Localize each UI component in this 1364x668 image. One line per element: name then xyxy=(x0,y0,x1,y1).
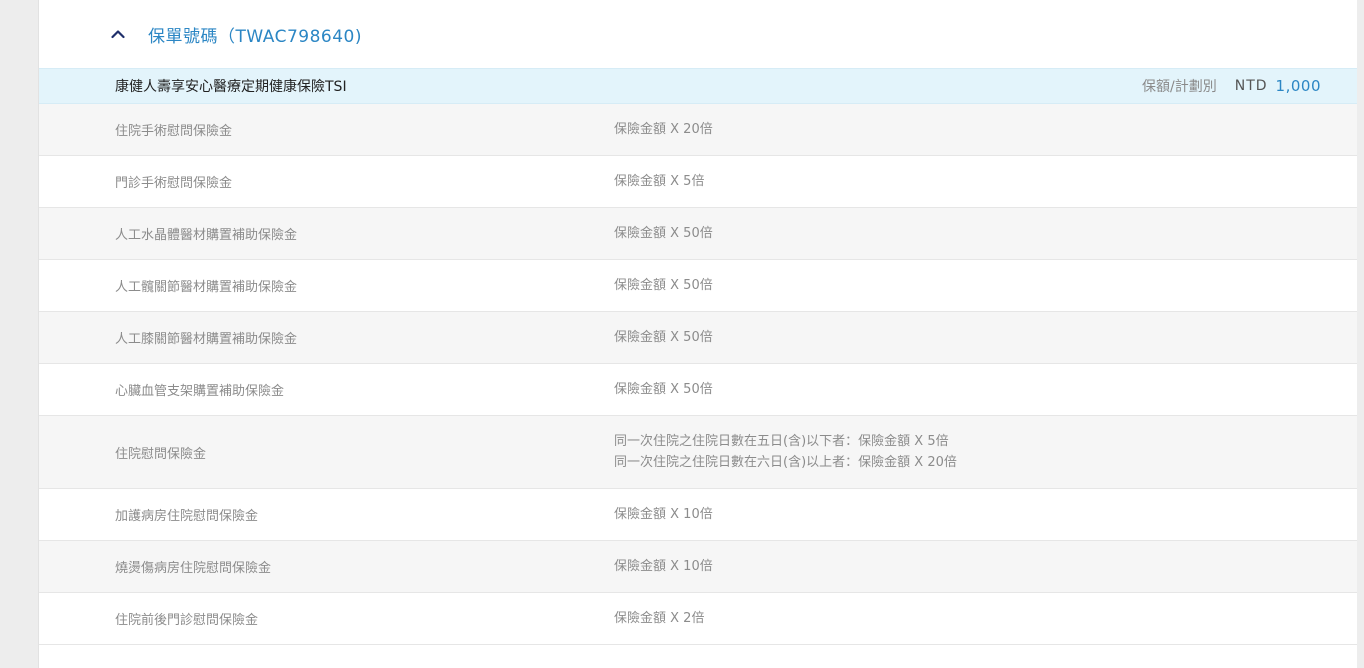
benefit-value: 保險金額 X 50倍 xyxy=(614,275,713,296)
benefit-row: 人工膝關節醫材購置補助保險金 保險金額 X 50倍 xyxy=(39,312,1357,364)
benefit-value: 同一次住院之住院日數在五日(含)以下者：保險金額 X 5倍 同一次住院之住院日數在… xyxy=(614,431,957,473)
chevron-up-icon[interactable] xyxy=(109,25,127,43)
benefit-value-line: 同一次住院之住院日數在六日(含)以上者：保險金額 X 20倍 xyxy=(614,455,957,470)
benefit-name: 住院手術慰問保險金 xyxy=(115,124,233,139)
benefit-name: 人工髖關節醫材購置補助保險金 xyxy=(115,280,298,295)
benefit-value-line: 保險金額 X 10倍 xyxy=(614,507,713,522)
benefit-row: 加護病房住院慰問保險金 保險金額 X 10倍 xyxy=(39,489,1357,541)
benefit-row: 門診手術慰問保險金 保險金額 X 5倍 xyxy=(39,156,1357,208)
benefit-name: 人工膝關節醫材購置補助保險金 xyxy=(115,332,298,347)
plan-row: 康健人壽享安心醫療定期健康保險TSI 保額/計劃別 NTD 1,000 xyxy=(39,68,1357,104)
benefit-value: 保險金額 X 10倍 xyxy=(614,504,713,525)
benefit-name: 人工水晶體醫材購置補助保險金 xyxy=(115,228,298,243)
policy-panel: 保單號碼（TWAC798640) 康健人壽享安心醫療定期健康保險TSI 保額/計… xyxy=(38,0,1357,668)
benefit-row: 住院手術慰問保險金 保險金額 X 20倍 xyxy=(39,104,1357,156)
benefit-value-line: 保險金額 X 50倍 xyxy=(614,382,713,397)
benefit-value-line: 保險金額 X 5倍 xyxy=(614,174,705,189)
benefit-value-line: 保險金額 X 50倍 xyxy=(614,278,713,293)
benefit-value-line: 保險金額 X 2倍 xyxy=(614,611,705,626)
benefit-row: 人工水晶體醫材購置補助保險金 保險金額 X 50倍 xyxy=(39,208,1357,260)
benefit-list: 住院手術慰問保險金 保險金額 X 20倍門診手術慰問保險金 保險金額 X 5倍人工水… xyxy=(39,104,1357,645)
benefit-name: 住院慰問保險金 xyxy=(115,446,207,462)
benefit-value-line: 保險金額 X 50倍 xyxy=(614,330,713,345)
benefit-row: 心臟血管支架購置補助保險金 保險金額 X 50倍 xyxy=(39,364,1357,416)
benefit-row: 住院前後門診慰問保險金 保險金額 X 2倍 xyxy=(39,593,1357,645)
benefit-value: 保險金額 X 50倍 xyxy=(614,223,713,244)
benefit-value-line: 同一次住院之住院日數在五日(含)以下者：保險金額 X 5倍 xyxy=(614,434,949,449)
benefit-value-line: 保險金額 X 50倍 xyxy=(614,226,713,241)
benefit-value: 保險金額 X 10倍 xyxy=(614,556,713,577)
plan-unit-label: 保額/計劃別 xyxy=(1142,79,1217,95)
benefit-value: 保險金額 X 5倍 xyxy=(614,171,704,192)
benefit-name: 住院前後門診慰問保險金 xyxy=(115,613,259,628)
benefit-name: 燒燙傷病房住院慰問保險金 xyxy=(115,561,272,576)
benefit-row: 燒燙傷病房住院慰問保險金 保險金額 X 10倍 xyxy=(39,541,1357,593)
policy-header[interactable]: 保單號碼（TWAC798640) xyxy=(39,0,1357,68)
benefit-value: 保險金額 X 2倍 xyxy=(614,608,704,629)
benefit-row: 住院慰問保險金 同一次住院之住院日數在五日(含)以下者：保險金額 X 5倍 同一次住… xyxy=(39,416,1357,489)
plan-name: 康健人壽享安心醫療定期健康保險TSI xyxy=(115,79,347,95)
benefit-name: 心臟血管支架購置補助保險金 xyxy=(115,384,285,399)
benefit-value: 保險金額 X 20倍 xyxy=(614,119,713,140)
benefit-row: 人工髖關節醫材購置補助保險金 保險金額 X 50倍 xyxy=(39,260,1357,312)
benefit-name: 加護病房住院慰問保險金 xyxy=(115,509,259,524)
benefit-value-line: 保險金額 X 10倍 xyxy=(614,559,713,574)
benefit-name: 門診手術慰問保險金 xyxy=(115,176,233,191)
benefit-value: 保險金額 X 50倍 xyxy=(614,379,713,400)
benefit-value-line: 保險金額 X 20倍 xyxy=(614,122,713,137)
benefit-value: 保險金額 X 50倍 xyxy=(614,327,713,348)
plan-currency: NTD xyxy=(1234,78,1268,94)
policy-number-title: 保單號碼（TWAC798640) xyxy=(148,26,362,47)
plan-amount: 1,000 xyxy=(1275,77,1321,95)
